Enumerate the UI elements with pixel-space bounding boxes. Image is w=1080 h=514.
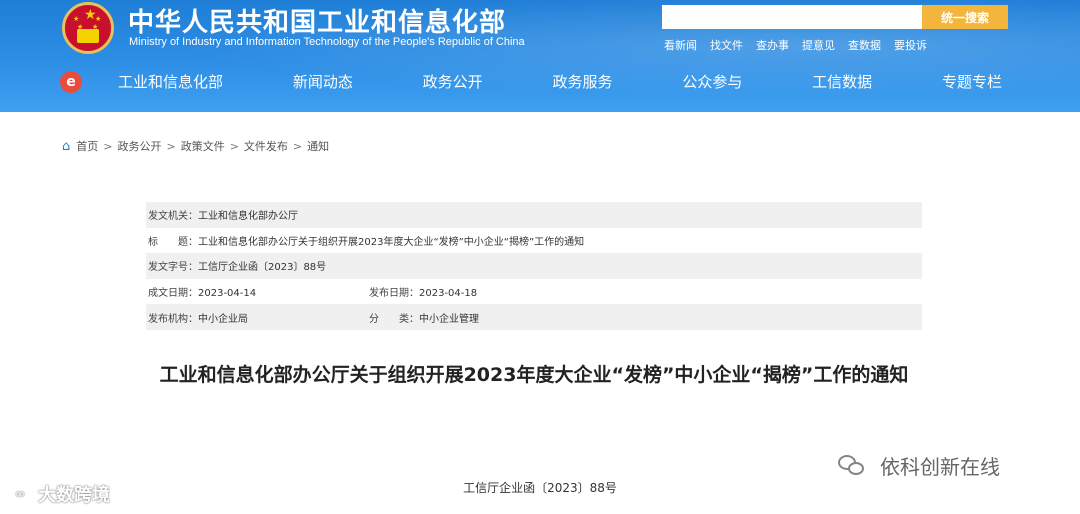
meta-row-docno: 发文字号： 工信厅企业函〔2023〕88号: [146, 253, 922, 279]
breadcrumb-file-release[interactable]: 文件发布: [244, 138, 288, 154]
meta-title-label: 标 题：: [148, 236, 198, 248]
breadcrumb-public-affairs[interactable]: 政务公开: [117, 138, 161, 154]
site-header: ★ ★ ★ ★ ★ 中华人民共和国工业和信息化部 Ministry of Ind…: [0, 0, 1080, 112]
meta-published-label: 发布日期：: [369, 288, 419, 300]
document-meta-table: 发文机关： 工业和信息化部办公厅 标 题： 工业和信息化部办公厅关于组织开展20…: [146, 202, 922, 330]
national-emblem-logo: ★ ★ ★ ★ ★: [62, 2, 114, 54]
meta-agency-value: 中小企业局: [198, 313, 248, 325]
meta-row-title: 标 题： 工业和信息化部办公厅关于组织开展2023年度大企业“发榜”中小企业“揭…: [146, 228, 922, 254]
meta-published-value: 2023-04-18: [419, 288, 478, 300]
nav-item-services[interactable]: 政务服务: [544, 71, 620, 95]
watermark-right-text: 依科创新在线: [880, 455, 1000, 479]
meta-docno-value: 工信厅企业函〔2023〕88号: [198, 262, 327, 274]
meta-row-issuer: 发文机关： 工业和信息化部办公厅: [146, 202, 922, 228]
search-input[interactable]: [662, 5, 922, 29]
search-button[interactable]: 统一搜索: [922, 5, 1008, 29]
main-nav: 工业和信息化部 新闻动态 政务公开 政务服务 公众参与 工信数据 专题专栏: [110, 71, 1010, 95]
wechat-icon: [838, 454, 866, 477]
breadcrumb-home[interactable]: 首页: [76, 138, 98, 154]
breadcrumb-separator: >: [166, 139, 176, 153]
quicklink-files[interactable]: 找文件: [710, 37, 743, 53]
quicklink-news[interactable]: 看新闻: [664, 37, 697, 53]
quicklink-data[interactable]: 查数据: [848, 37, 881, 53]
breadcrumb-separator: >: [229, 139, 239, 153]
e-gov-icon[interactable]: e: [60, 71, 82, 93]
meta-issuer-value: 工业和信息化部办公厅: [198, 211, 298, 223]
quicklink-feedback[interactable]: 提意见: [802, 37, 835, 53]
meta-created-value: 2023-04-14: [198, 288, 257, 300]
quicklink-complaint[interactable]: 要投诉: [894, 37, 927, 53]
meta-row-agency: 发布机构：中小企业局 分 类：中小企业管理: [146, 304, 922, 330]
meta-issuer-label: 发文机关：: [148, 211, 198, 223]
meta-agency-label: 发布机构：: [148, 313, 198, 325]
meta-created-label: 成文日期：: [148, 288, 198, 300]
quicklink-services[interactable]: 查办事: [756, 37, 789, 53]
nav-item-data[interactable]: 工信数据: [804, 71, 880, 95]
breadcrumb: ⌂ 首页 > 政务公开 > 政策文件 > 文件发布 > 通知: [62, 138, 329, 154]
quick-links: 看新闻 找文件 查办事 提意见 查数据 要投诉: [664, 37, 927, 53]
nav-item-participation[interactable]: 公众参与: [674, 71, 750, 95]
watermark-right: 依科创新在线: [838, 451, 1000, 480]
nav-item-news[interactable]: 新闻动态: [285, 71, 361, 95]
nav-item-ministry[interactable]: 工业和信息化部: [110, 71, 231, 95]
meta-title-value: 工业和信息化部办公厅关于组织开展2023年度大企业“发榜”中小企业“揭榜”工作的…: [198, 236, 585, 248]
site-title-cn: 中华人民共和国工业和信息化部: [128, 8, 507, 38]
nav-item-topics[interactable]: 专题专栏: [934, 71, 1010, 95]
nav-item-public-affairs[interactable]: 政务公开: [415, 71, 491, 95]
breadcrumb-policy-docs[interactable]: 政策文件: [181, 138, 225, 154]
site-title-en: Ministry of Industry and Information Tec…: [129, 36, 525, 48]
home-icon[interactable]: ⌂: [62, 139, 70, 154]
breadcrumb-notice[interactable]: 通知: [307, 138, 329, 154]
meta-category-value: 中小企业管理: [419, 313, 479, 325]
meta-docno-label: 发文字号：: [148, 262, 198, 274]
breadcrumb-separator: >: [103, 139, 113, 153]
breadcrumb-separator: >: [292, 139, 303, 153]
meta-category-label: 分 类：: [369, 313, 419, 325]
meta-row-dates: 成文日期：2023-04-14 发布日期：2023-04-18: [146, 279, 922, 305]
article-title: 工业和信息化部办公厅关于组织开展2023年度大企业“发榜”中小企业“揭榜”工作的…: [159, 364, 909, 386]
article-doc-number: 工信厅企业函〔2023〕88号: [463, 481, 617, 495]
